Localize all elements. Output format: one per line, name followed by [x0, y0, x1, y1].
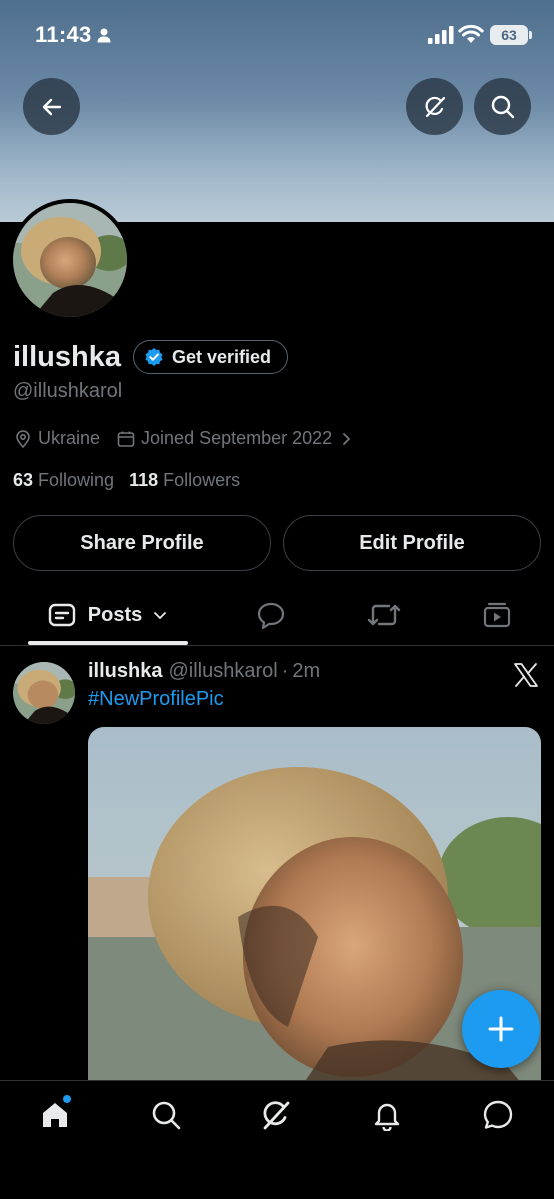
messages-icon: [483, 1100, 513, 1129]
followers-label: Followers: [163, 470, 241, 490]
location-pin-icon: [16, 429, 30, 448]
post-hashtag[interactable]: #NewProfilePic: [88, 688, 224, 711]
post-time: 2m: [292, 660, 321, 682]
chevron-down-icon[interactable]: [152, 607, 168, 623]
post-handle[interactable]: @illushkarol: [168, 660, 277, 683]
media-icon: [483, 602, 511, 628]
arrow-left-icon: [42, 98, 61, 115]
post-avatar-photo: [13, 662, 75, 724]
profile-avatar-frame: [9, 199, 131, 321]
name-row: illushka Get verified: [13, 340, 289, 374]
tab-replies[interactable]: [246, 586, 296, 644]
status-bar: 11:43 63: [0, 0, 554, 70]
join-date[interactable]: Joined September 2022: [116, 428, 359, 449]
reposts-icon: [367, 604, 401, 626]
profile-tabs: Posts: [0, 586, 554, 646]
post-header: illushka @illushkarol · 2m: [88, 660, 320, 683]
nav-grok[interactable]: [256, 1095, 296, 1135]
search-icon: [491, 95, 514, 118]
plus-icon: [488, 1016, 514, 1042]
profile-handle: @illushkarol: [13, 380, 123, 402]
post-avatar[interactable]: [13, 662, 75, 724]
posts-icon: [48, 603, 75, 627]
post-author[interactable]: illushka: [88, 660, 162, 683]
battery-indicator: 63: [490, 25, 532, 45]
tab-posts[interactable]: Posts: [28, 586, 188, 644]
get-verified-label: Get verified: [172, 346, 272, 367]
location-text: Ukraine: [38, 428, 101, 448]
battery-level: 63: [501, 27, 517, 43]
wifi-icon: [458, 24, 484, 43]
share-profile-button[interactable]: Share Profile: [13, 515, 271, 571]
active-tab-indicator: [28, 641, 188, 645]
following-count: 63: [13, 470, 34, 490]
followers-count: 118: [129, 470, 159, 490]
join-date-text: Joined September 2022: [141, 428, 333, 448]
following-label: Following: [38, 470, 115, 490]
x-logo-icon: [514, 663, 538, 687]
edit-profile-button[interactable]: Edit Profile: [283, 515, 541, 571]
search-icon: [152, 1101, 181, 1130]
tab-reposts[interactable]: [359, 586, 409, 644]
replies-icon: [257, 602, 285, 630]
home-icon: [43, 1103, 67, 1127]
nav-search[interactable]: [146, 1095, 186, 1135]
tab-media[interactable]: [472, 586, 522, 644]
avatar-photo: [13, 203, 127, 317]
grok-icon: [425, 96, 445, 117]
grok-icon: [263, 1101, 290, 1130]
nav-notifications[interactable]: [367, 1095, 407, 1135]
tab-posts-label: Posts: [87, 603, 143, 626]
home-notification-dot: [63, 1095, 71, 1103]
profile-meta: Ukraine Joined September 2022: [13, 428, 375, 449]
signal-icon: [428, 26, 454, 44]
status-time: 11:43: [35, 22, 92, 47]
verified-badge-icon: [145, 348, 163, 366]
location: Ukraine: [13, 428, 100, 449]
compose-button[interactable]: [462, 990, 540, 1068]
back-button[interactable]: [23, 78, 80, 135]
notifications-icon: [374, 1103, 400, 1131]
search-button[interactable]: [474, 78, 531, 135]
display-name: illushka: [13, 340, 121, 373]
post-separator: ·: [281, 660, 289, 682]
profile-avatar[interactable]: [13, 203, 127, 317]
get-verified-button[interactable]: Get verified: [133, 340, 289, 374]
chevron-right-icon: [343, 432, 351, 445]
person-icon: [97, 28, 111, 43]
calendar-icon: [117, 431, 135, 447]
follow-counts: 63 Following 118 Followers: [13, 470, 255, 491]
followers-link[interactable]: 118 Followers: [129, 470, 240, 491]
nav-messages[interactable]: [478, 1095, 518, 1135]
following-link[interactable]: 63 Following: [13, 470, 114, 491]
grok-button[interactable]: [406, 78, 463, 135]
bottom-navigation: [0, 1080, 554, 1199]
